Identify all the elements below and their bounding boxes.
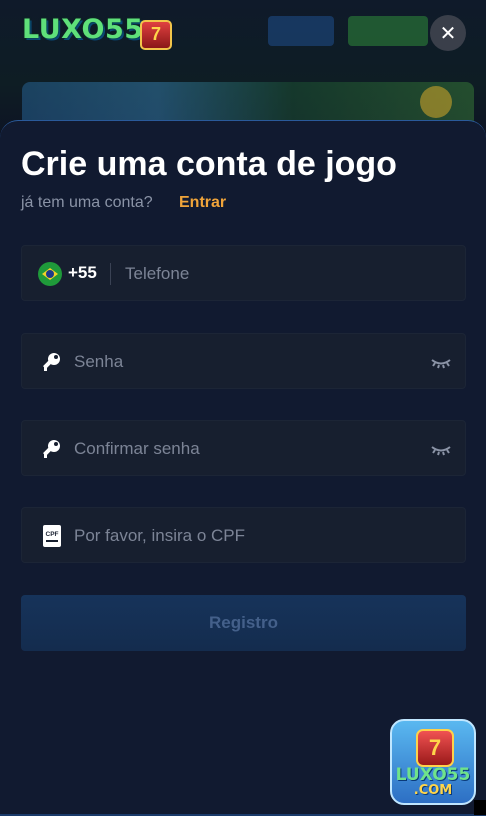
password-input[interactable] — [72, 334, 416, 390]
header-register-button[interactable] — [348, 16, 428, 46]
app-download-badge[interactable]: 7 LUXO55 .COM — [390, 719, 476, 805]
key-icon — [43, 353, 60, 371]
confirm-password-input[interactable] — [72, 421, 416, 477]
close-button[interactable]: ✕ — [430, 15, 466, 51]
confirm-password-field[interactable] — [21, 420, 466, 477]
phone-input[interactable] — [123, 246, 457, 302]
eye-closed-icon[interactable] — [430, 439, 452, 459]
site-logo[interactable]: LUXO55 — [22, 14, 144, 45]
key-icon — [43, 440, 60, 458]
eye-closed-icon[interactable] — [430, 352, 452, 372]
login-prompt-text: já tem uma conta? — [21, 194, 153, 211]
header-login-button[interactable] — [268, 16, 334, 46]
banner-coin-icon — [420, 86, 452, 118]
phone-divider — [110, 263, 111, 285]
modal-title: Crie uma conta de jogo — [21, 145, 397, 183]
cpf-document-icon: CPF — [43, 525, 61, 547]
corner-artifact — [474, 800, 486, 815]
cpf-icon-label: CPF — [46, 531, 59, 538]
close-icon: ✕ — [439, 21, 457, 45]
cpf-field[interactable]: CPF — [21, 507, 466, 564]
brazil-flag-icon[interactable] — [38, 262, 62, 286]
register-modal: Crie uma conta de jogo já tem uma conta?… — [0, 120, 486, 816]
phone-field[interactable]: +55 — [21, 245, 466, 302]
slot-seven-icon: 7 — [416, 729, 454, 767]
login-link[interactable]: Entrar — [179, 194, 226, 212]
password-field[interactable] — [21, 333, 466, 390]
badge-domain: .COM — [413, 783, 453, 798]
cpf-input[interactable] — [72, 508, 456, 564]
logo-slot-icon: 7 — [140, 20, 172, 50]
register-button[interactable]: Registro — [21, 595, 466, 651]
country-code[interactable]: +55 — [68, 263, 97, 283]
badge-brand: LUXO55 — [395, 765, 471, 785]
header-background: LUXO55 7 — [0, 0, 486, 140]
